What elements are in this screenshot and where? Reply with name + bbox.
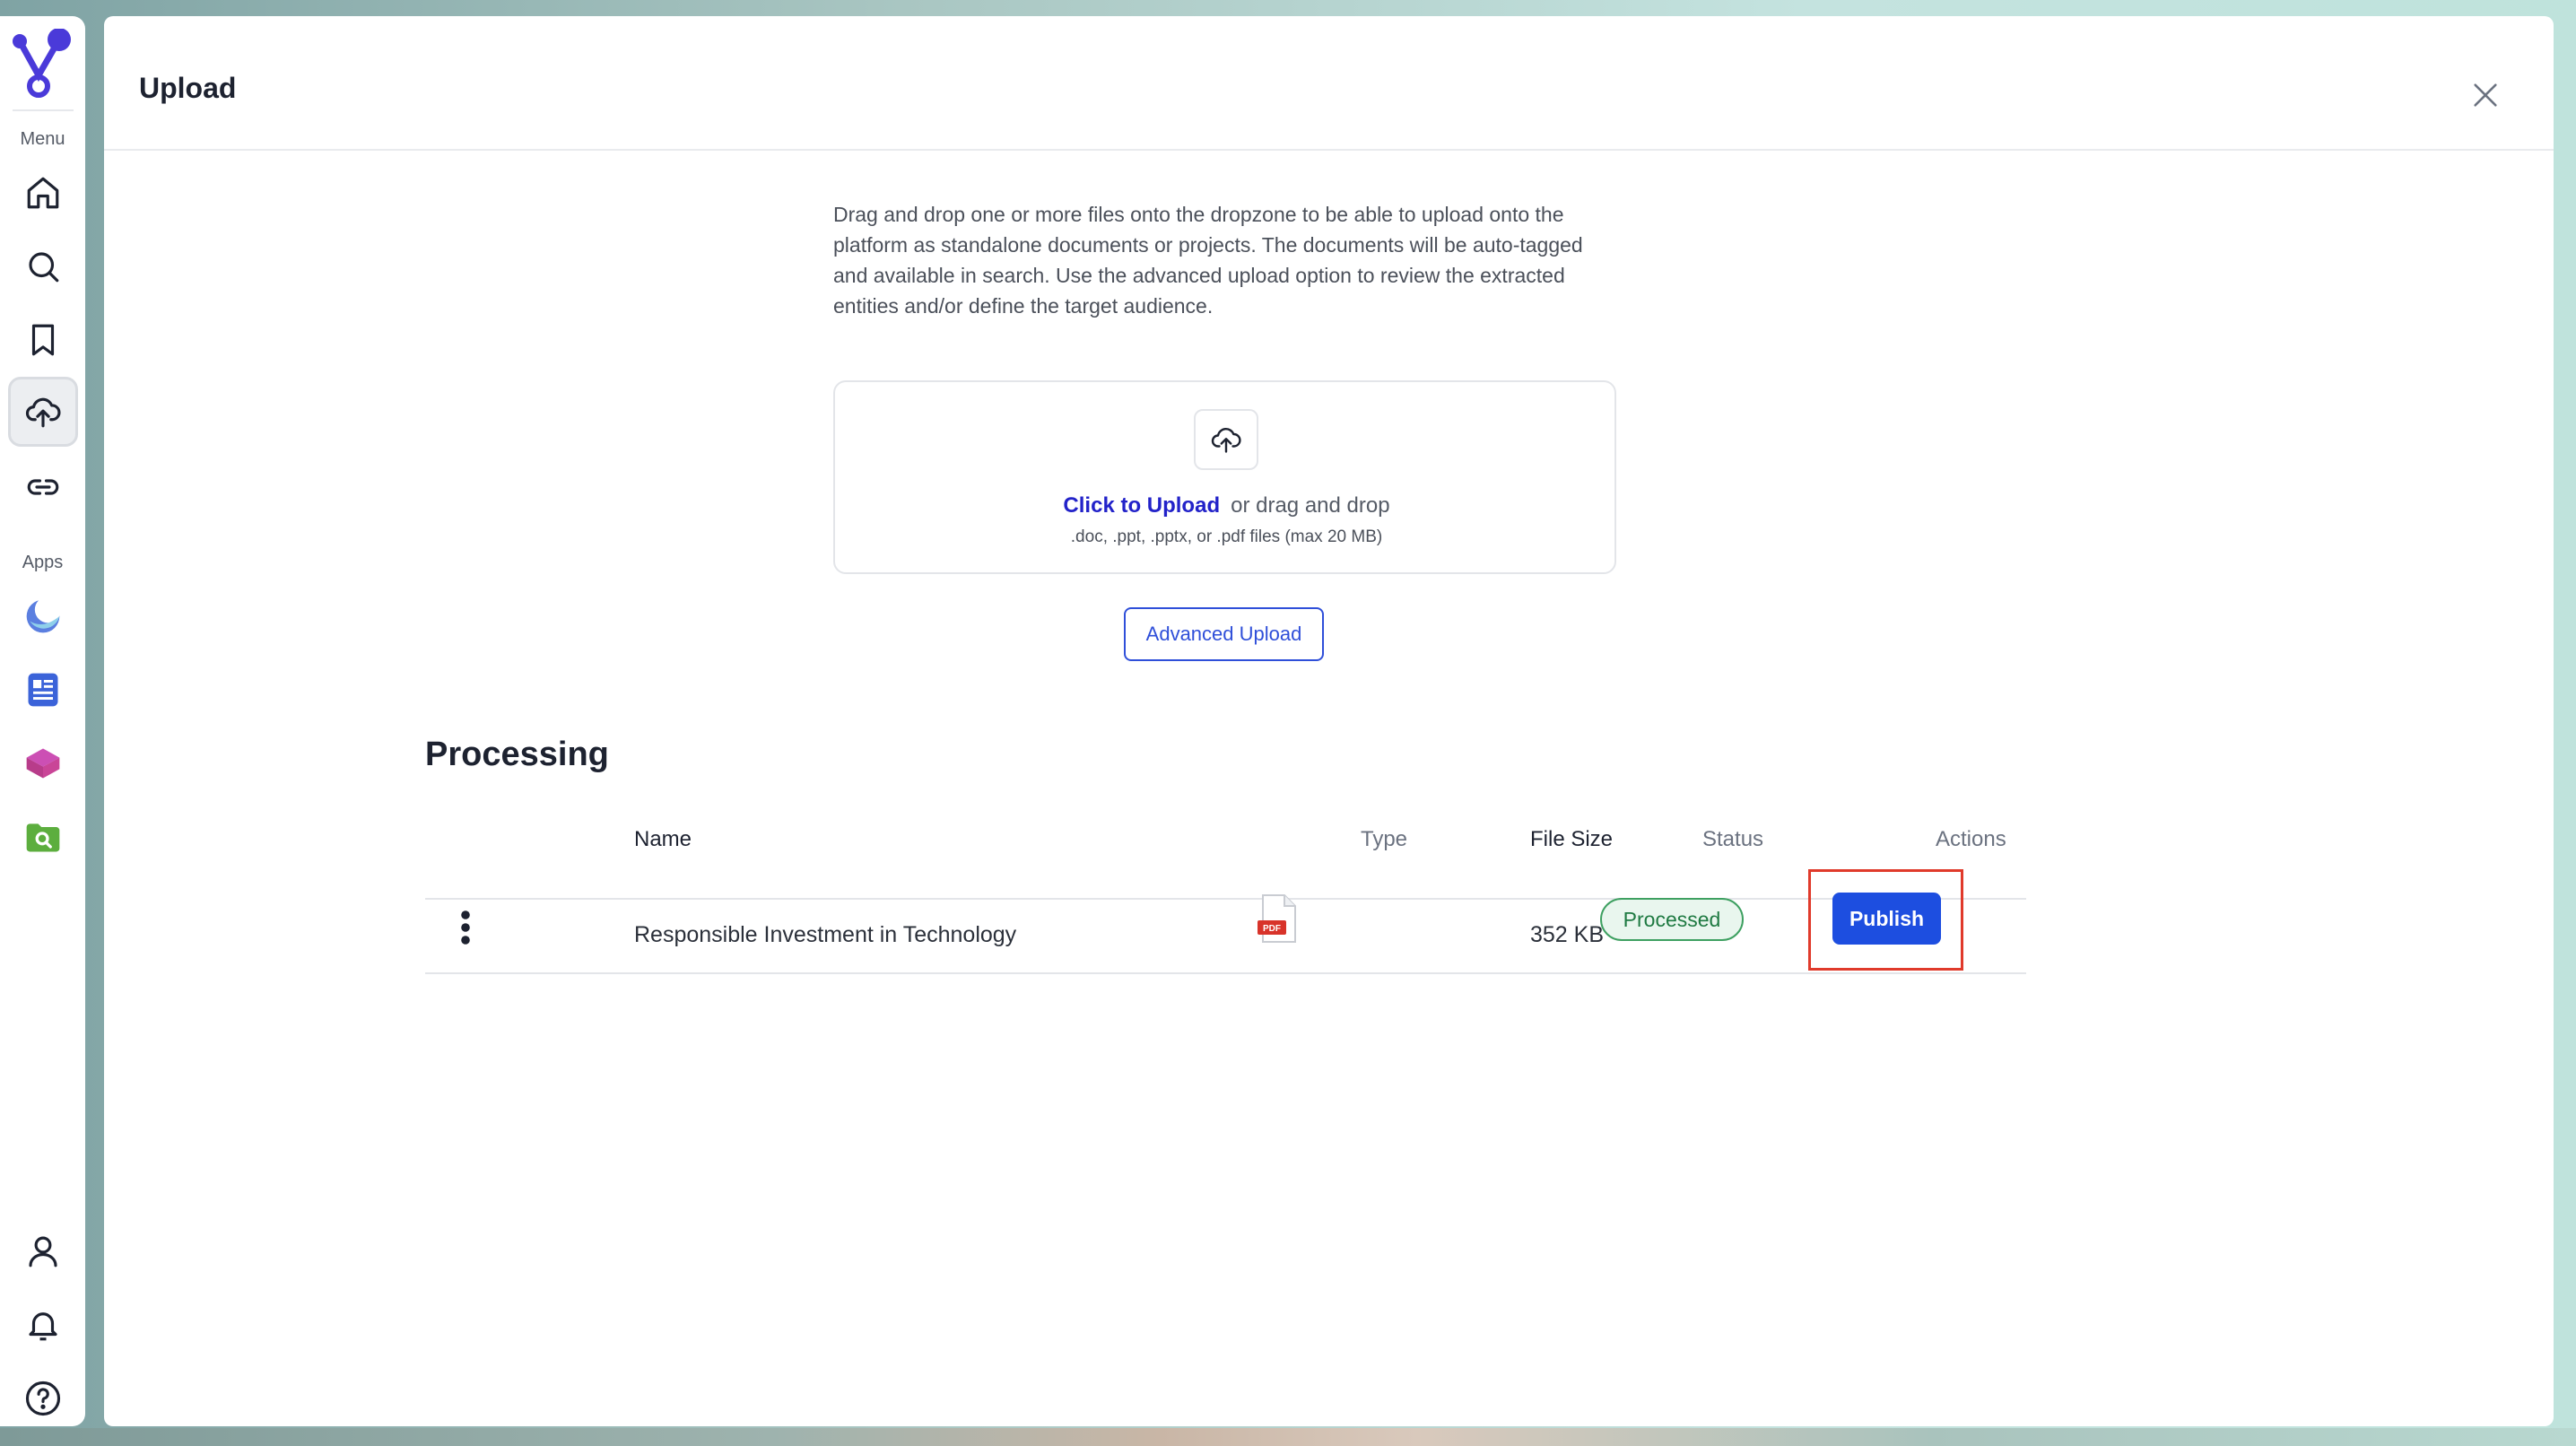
sidebar-app-folder-search[interactable]	[8, 802, 78, 872]
table-row-divider	[425, 972, 2026, 974]
pdf-file-icon: PDF	[1258, 894, 1296, 943]
sidebar-item-notifications[interactable]	[8, 1290, 78, 1360]
sidebar-item-home[interactable]	[8, 158, 78, 228]
bell-icon	[29, 1312, 57, 1341]
app-logo[interactable]	[9, 28, 75, 102]
column-header-name: Name	[634, 827, 692, 851]
close-button[interactable]	[2463, 73, 2508, 118]
status-badge: Processed	[1600, 898, 1744, 941]
close-icon	[2474, 83, 2497, 107]
dropzone-hint: .doc, .ppt, .pptx, or .pdf files (max 20…	[1070, 527, 1383, 546]
bookmark-icon	[31, 324, 55, 356]
panel-header: Upload	[104, 16, 2554, 151]
moon-app-icon	[26, 597, 62, 633]
apps-label: Apps	[22, 553, 64, 572]
menu-label: Menu	[20, 129, 65, 149]
click-to-upload-link[interactable]: Click to Upload	[1063, 493, 1220, 518]
link-icon	[27, 479, 59, 495]
pdf-label: PDF	[1263, 924, 1281, 934]
column-header-status: Status	[1702, 827, 1764, 851]
help-icon	[25, 1381, 61, 1416]
sidebar-item-bookmarks[interactable]	[8, 305, 78, 375]
page-title: Upload	[139, 72, 237, 104]
sidebar: Menu Apps	[0, 16, 85, 1426]
publish-highlight-box	[1808, 869, 1963, 971]
dropzone-prompt: Click to Upload or drag and drop	[835, 493, 1618, 518]
sidebar-app-moon[interactable]	[8, 581, 78, 651]
sidebar-item-links[interactable]	[8, 452, 78, 522]
processing-title: Processing	[425, 736, 609, 773]
user-icon	[29, 1236, 57, 1267]
sidebar-app-cube[interactable]	[8, 728, 78, 798]
file-dropzone[interactable]: Click to Upload or drag and drop .doc, .p…	[833, 380, 1616, 574]
document-app-icon	[28, 673, 58, 707]
upload-cloud-icon	[1211, 428, 1241, 453]
folder-search-app-icon	[26, 823, 60, 852]
search-icon	[29, 252, 59, 283]
dropzone-text: or drag and drop	[1231, 493, 1390, 518]
file-size: 352 KB	[1530, 922, 1605, 947]
table-header-divider	[425, 898, 2026, 900]
column-header-actions: Actions	[1936, 827, 2006, 851]
advanced-upload-button[interactable]: Advanced Upload	[1124, 607, 1324, 661]
column-header-file-size: File Size	[1530, 827, 1614, 851]
more-vertical-icon	[461, 910, 470, 945]
upload-description: Drag and drop one or more files onto the…	[833, 203, 1583, 318]
cube-app-icon	[26, 748, 60, 779]
row-menu-button[interactable]	[446, 902, 485, 953]
sidebar-app-documents[interactable]	[8, 655, 78, 725]
sidebar-item-search[interactable]	[8, 231, 78, 301]
logo-divider	[13, 109, 74, 111]
background-strip	[0, 1428, 2576, 1446]
sidebar-item-help[interactable]	[8, 1363, 78, 1433]
home-icon	[27, 177, 59, 209]
upload-cloud-icon	[25, 397, 61, 428]
sidebar-item-upload[interactable]	[8, 377, 78, 447]
sidebar-item-profile[interactable]	[8, 1216, 78, 1286]
file-name: Responsible Investment in Technology	[634, 922, 1017, 947]
dropzone-icon-box	[1194, 409, 1258, 470]
column-header-type: Type	[1361, 827, 1408, 851]
